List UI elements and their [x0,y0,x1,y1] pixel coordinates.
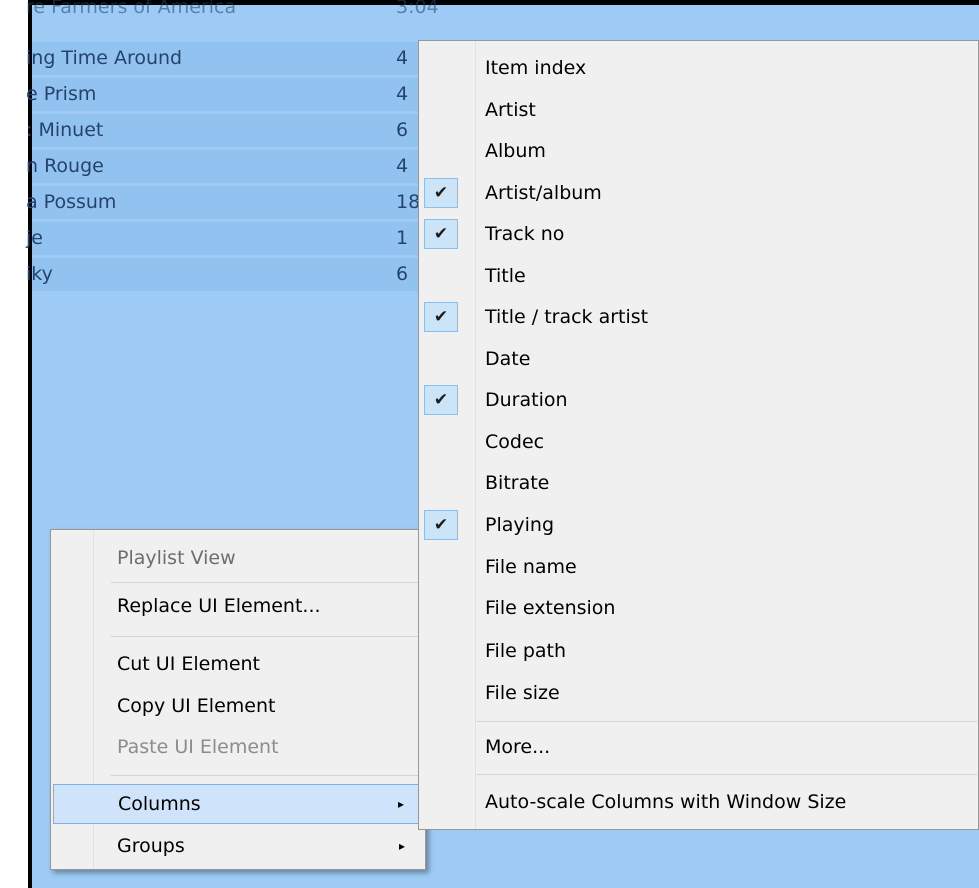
column-label: File name [485,556,577,578]
track-title: e Prism [26,83,97,105]
column-label: Item index [485,57,587,79]
menu-item-groups[interactable]: Groups ▸ [53,828,421,864]
menu-item-label: Cut UI Element [117,653,261,675]
column-album[interactable]: Album [419,130,978,172]
column-label: File size [485,682,560,704]
checkmark-glyph: ✔ [433,307,449,327]
column-file-size[interactable]: File size [419,672,978,714]
checkmark-icon: ✔ [424,178,458,208]
column-file-path[interactable]: File path [419,630,978,672]
column-file-name[interactable]: File name [419,546,978,588]
column-label: Date [485,348,531,370]
column-track-no[interactable]: ✔ Track no [419,213,978,255]
context-menu: Playlist View Replace UI Element... Cut … [50,529,426,870]
checkmark-icon: ✔ [424,302,458,332]
checkmark-glyph: ✔ [433,183,449,203]
column-label: File path [485,640,567,662]
track-duration: 3:04 [396,0,439,18]
menu-separator [477,774,977,775]
track-duration: 6 [396,119,409,141]
column-label: File extension [485,597,616,619]
column-label: Bitrate [485,472,550,494]
menu-item-cut-ui-element[interactable]: Cut UI Element [53,646,421,682]
columns-submenu: Item index Artist Album ✔ Artist/album ✔… [418,40,979,830]
menu-header-label: Playlist View [117,547,236,569]
track-row[interactable]: re Farmers of America 3:04 [26,0,452,24]
submenu-arrow-icon: ▸ [397,797,404,811]
column-label: Title [485,265,526,287]
menu-item-label: Replace UI Element... [117,595,321,617]
menu-header-playlist-view: Playlist View [53,540,421,576]
column-title[interactable]: Title [419,255,978,297]
checkmark-icon: ✔ [424,219,458,249]
menu-separator [111,775,419,776]
track-title: : Minuet [26,119,104,141]
column-label: Codec [485,431,545,453]
track-title: a Possum [26,191,117,213]
checkmark-icon: ✔ [424,510,458,540]
track-duration: 18 [396,191,421,213]
track-duration: 4 [396,155,409,177]
track-duration: 4 [396,83,409,105]
menu-separator [477,721,977,722]
column-bitrate[interactable]: Bitrate [419,462,978,504]
track-duration: 6 [396,263,409,285]
menu-item-label: Copy UI Element [117,695,276,717]
screenshot-stage: re Farmers of America 3:04 ing Time Arou… [0,0,979,888]
track-row[interactable]: iky 6 [26,258,452,291]
checkmark-glyph: ✔ [433,515,449,535]
column-label: Playing [485,514,555,536]
column-artist[interactable]: Artist [419,89,978,131]
menu-item-label: Groups [117,835,185,857]
track-title: n Rouge [26,155,104,177]
menu-item-replace-ui-element[interactable]: Replace UI Element... [53,588,421,624]
checkmark-icon: ✔ [424,385,458,415]
track-row[interactable]: : Minuet 6 [26,114,452,147]
track-row[interactable]: ing Time Around 4 [26,42,452,75]
column-date[interactable]: Date [419,338,978,380]
track-row[interactable]: a Possum 18 [26,186,452,219]
track-title: ing Time Around [26,47,183,69]
column-label: Artist/album [485,182,602,204]
column-label: Duration [485,389,568,411]
column-file-extension[interactable]: File extension [419,587,978,629]
column-label: Artist [485,99,536,121]
column-label: Title / track artist [485,306,649,328]
menu-item-label: Auto-scale Columns with Window Size [485,791,847,813]
submenu-arrow-icon: ▸ [398,839,405,853]
menu-separator [111,636,419,637]
track-row[interactable]: e Prism 4 [26,78,452,111]
menu-item-label: Paste UI Element [117,736,279,758]
track-row[interactable]: je 1 [26,222,452,255]
track-duration: 4 [396,47,409,69]
track-list: re Farmers of America 3:04 ing Time Arou… [26,0,452,295]
menu-item-label: Columns [118,793,201,815]
column-item-index[interactable]: Item index [419,47,978,89]
menu-item-auto-scale-columns[interactable]: Auto-scale Columns with Window Size [419,781,978,823]
column-title-track-artist[interactable]: ✔ Title / track artist [419,296,978,338]
menu-separator [111,582,419,583]
column-label: Track no [485,223,565,245]
column-playing[interactable]: ✔ Playing [419,504,978,546]
track-duration: 1 [396,227,409,249]
checkmark-glyph: ✔ [433,390,449,410]
menu-item-more[interactable]: More... [419,726,978,768]
column-codec[interactable]: Codec [419,421,978,463]
track-title: re Farmers of America [26,0,237,18]
menu-item-copy-ui-element[interactable]: Copy UI Element [53,688,421,724]
column-artist-album[interactable]: ✔ Artist/album [419,172,978,214]
menu-item-paste-ui-element: Paste UI Element [53,729,421,765]
track-row[interactable]: n Rouge 4 [26,150,452,183]
track-title: iky [26,263,53,285]
checkmark-glyph: ✔ [433,224,449,244]
menu-item-columns[interactable]: Columns ▸ [53,784,421,824]
track-title: je [26,227,43,249]
menu-item-label: More... [485,736,551,758]
column-label: Album [485,140,546,162]
column-duration[interactable]: ✔ Duration [419,379,978,421]
